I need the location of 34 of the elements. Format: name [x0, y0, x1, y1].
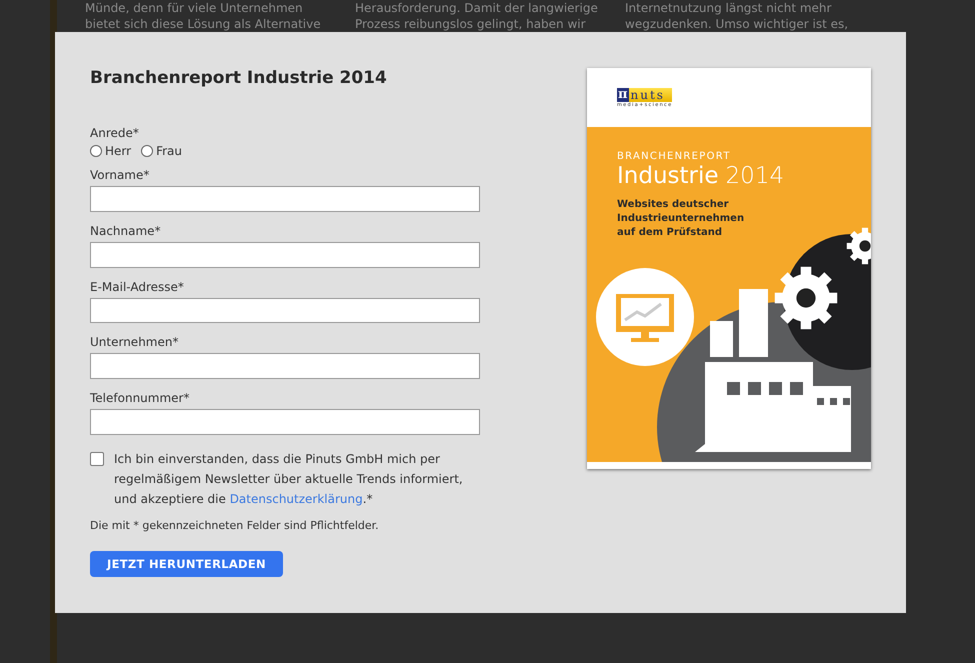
input-field[interactable]	[90, 186, 480, 212]
input-field[interactable]	[90, 353, 480, 380]
cover-subtitle: Industrieunternehmen	[617, 212, 746, 226]
background-text: wegzudenken. Umso wichtiger ist es,	[625, 16, 850, 32]
download-button[interactable]: JETZT HERUNTERLADEN	[90, 550, 283, 577]
cover-title: Industrie	[617, 163, 719, 189]
input-field[interactable]	[90, 242, 480, 268]
cover-subtitle: Websites deutscher	[617, 198, 730, 212]
checkbox[interactable]	[90, 452, 104, 466]
cover-kicker: BRANCHENREPORT	[617, 151, 732, 162]
logo: π nuts	[617, 88, 672, 102]
field-label: E-Mail-Adresse*	[90, 278, 185, 296]
field-label: Telefonnummer*	[90, 390, 190, 408]
radio-label: Frau	[156, 144, 182, 158]
field-label: Anrede*	[90, 125, 140, 142]
background-text: Herausforderung. Damit der langwierige	[355, 0, 599, 16]
input-field[interactable]	[90, 409, 480, 435]
radio-button[interactable]	[90, 145, 102, 157]
required-note: Die mit * gekennzeichneten Felder sind Pflichtfelder.	[90, 518, 380, 532]
field-label: Unternehmen*	[90, 334, 180, 352]
background-text: bietet sich diese Lösung als Alternative	[85, 16, 322, 32]
background-text: Prozess reibungslos gelingt, haben wir	[355, 16, 587, 32]
radio-button[interactable]	[141, 145, 154, 157]
input-field[interactable]	[90, 298, 480, 324]
background-text: Internetnutzung längst nicht mehr	[625, 0, 832, 16]
field-label: Nachname*	[90, 222, 162, 240]
field-label: Vorname*	[90, 167, 150, 184]
cover-subtitle: auf dem Prüfstand	[617, 226, 724, 240]
consent-text: Ich bin einverstanden, dass die Pinuts GmbH mich per regelmäßigem Newsletter über aktuelle Trends informiert, und akzeptiere die Datenschutzerklärung.*	[114, 450, 464, 508]
radio-label: Herr	[105, 144, 132, 158]
privacy-link[interactable]: Datenschutzerklärung	[230, 492, 363, 506]
cover-year: 2014	[726, 163, 784, 189]
background-text: Münde, denn für viele Unternehmen	[85, 0, 304, 16]
dialog-title: Branchenreport Industrie 2014	[90, 68, 388, 88]
